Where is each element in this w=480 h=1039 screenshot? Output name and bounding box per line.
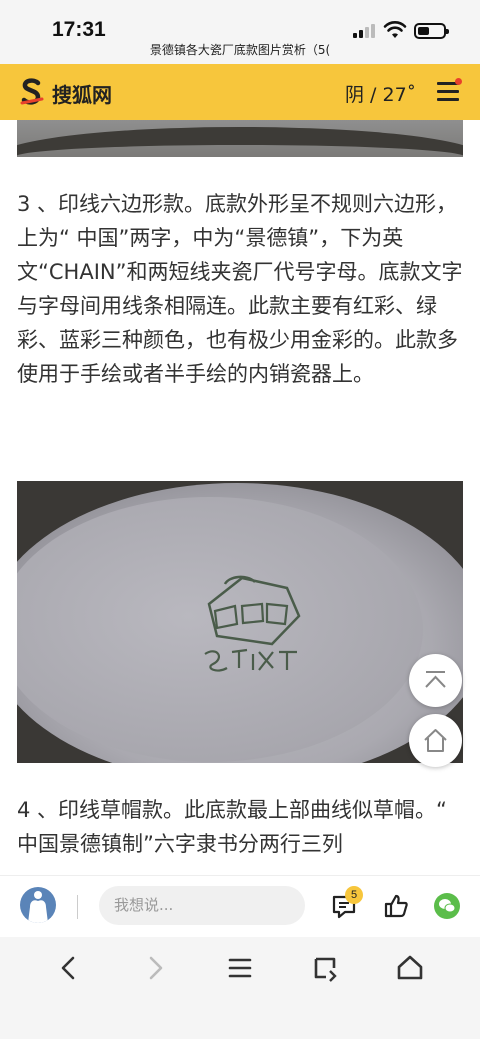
article-image-porcelain-mark[interactable] <box>17 481 463 763</box>
article-paragraph: 4 、印线草帽款。此底款最上部曲线似草帽。“ 中国景德镇制”六字隶书分两行三列 <box>17 798 447 856</box>
browser-toolbar <box>0 937 480 1039</box>
home-icon[interactable] <box>393 951 427 985</box>
status-bar: 17:31 景德镇各大瓷厂底款图片赏析（5( <box>0 0 480 64</box>
site-header: 搜狐网 阴 / 27˚ <box>0 64 480 120</box>
menu-button[interactable] <box>437 82 459 102</box>
article-image-previous <box>17 120 463 157</box>
wifi-icon <box>383 21 407 38</box>
status-time: 17:31 <box>52 18 106 41</box>
notification-dot <box>455 78 462 85</box>
porcelain-mark-drawing <box>204 575 301 672</box>
site-name[interactable]: 搜狐网 <box>52 79 112 108</box>
thumbs-up-icon[interactable] <box>383 893 409 919</box>
signal-icon <box>353 24 375 38</box>
menu-icon[interactable] <box>223 951 257 985</box>
comment-input[interactable]: 我想说... <box>99 886 305 925</box>
comment-count-badge: 5 <box>345 886 363 904</box>
article-paragraph: 3 、印线六边形款。底款外形呈不规则六边形， 上为“ 中国”两字，中为“景德镇”… <box>17 192 463 386</box>
home-float-button[interactable] <box>409 714 462 767</box>
comment-bar: 我想说... 5 <box>0 875 480 937</box>
chevron-right-icon[interactable] <box>138 951 172 985</box>
wechat-icon[interactable] <box>434 893 460 919</box>
back-to-top-button[interactable] <box>409 654 462 707</box>
battery-icon <box>414 23 449 39</box>
divider <box>77 895 78 919</box>
weather-info[interactable]: 阴 / 27˚ <box>345 80 416 107</box>
tabs-icon[interactable] <box>308 951 342 985</box>
sohu-logo-icon[interactable] <box>20 78 44 106</box>
user-avatar[interactable] <box>20 887 56 923</box>
chevron-left-icon[interactable] <box>52 951 86 985</box>
arrow-up-icon <box>425 671 446 688</box>
browser-page-title: 景德镇各大瓷厂底款图片赏析（5( <box>149 43 331 57</box>
home-icon <box>424 729 447 752</box>
